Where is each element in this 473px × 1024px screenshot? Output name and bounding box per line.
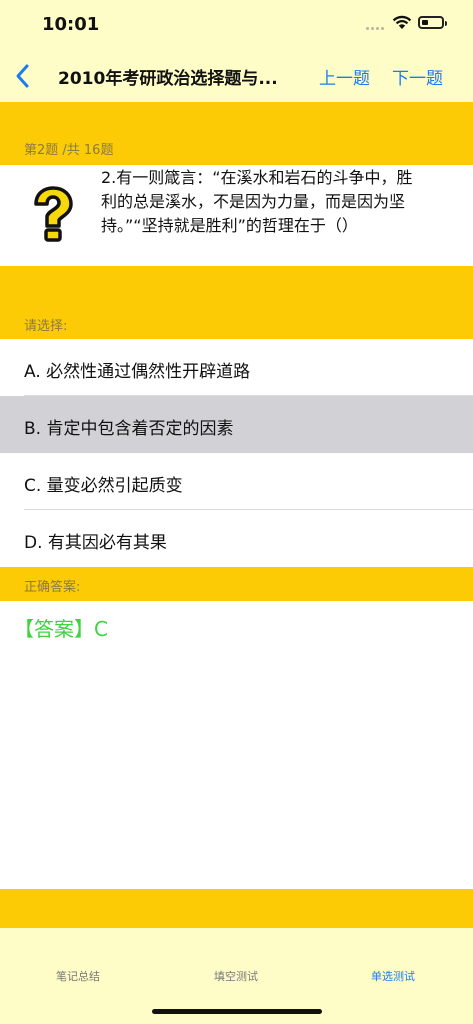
tab-fill-in[interactable]: 填空测试 [186,968,286,984]
home-indicator [152,1009,322,1014]
question-counter-band: 第2题 /共 16题 [0,102,473,165]
wifi-icon [392,15,412,29]
option-d[interactable]: D. 有其因必有其果 [0,510,473,567]
answer-label: 正确答案: [24,580,81,595]
option-d-label: D. 有其因必有其果 [24,533,167,553]
navigation-bar: 2010年考研政治选择题与... 上一题 下一题 [0,50,473,102]
choose-band: 请选择: [0,266,473,339]
choose-label: 请选择: [24,319,68,334]
option-c-label: C. 量变必然引起质变 [24,476,183,496]
option-b[interactable]: B. 肯定中包含着否定的因素 [0,396,473,453]
option-a[interactable]: A. 必然性通过偶然性开辟道路 [0,339,473,396]
question-counter: 第2题 /共 16题 [24,143,114,158]
status-time: 10:01 [42,14,100,35]
back-chevron-icon[interactable] [10,62,36,90]
cellular-signal-icon [366,27,388,33]
answer-area [0,601,473,889]
status-bar: 10:01 [0,0,473,50]
tab-single-choice[interactable]: 单选测试 [343,968,443,984]
option-b-label: B. 肯定中包含着否定的因素 [24,419,234,439]
next-question-button[interactable]: 下一题 [392,64,443,89]
answer-text: 【答案】C [14,617,108,641]
previous-question-button[interactable]: 上一题 [319,64,370,89]
question-text: 2.有一则箴言：“在溪水和岩石的斗争中，胜利的总是溪水，不是因为力量，而是因为坚… [101,168,413,235]
question-mark-icon [34,186,73,242]
battery-icon [418,16,447,29]
tab-notes[interactable]: 笔记总结 [28,968,128,984]
answer-band: 正确答案: [0,567,473,601]
option-c[interactable]: C. 量变必然引起质变 [0,453,473,510]
bottom-band [0,889,473,928]
page-title: 2010年考研政治选择题与... [58,69,278,89]
option-a-label: A. 必然性通过偶然性开辟道路 [24,362,251,382]
